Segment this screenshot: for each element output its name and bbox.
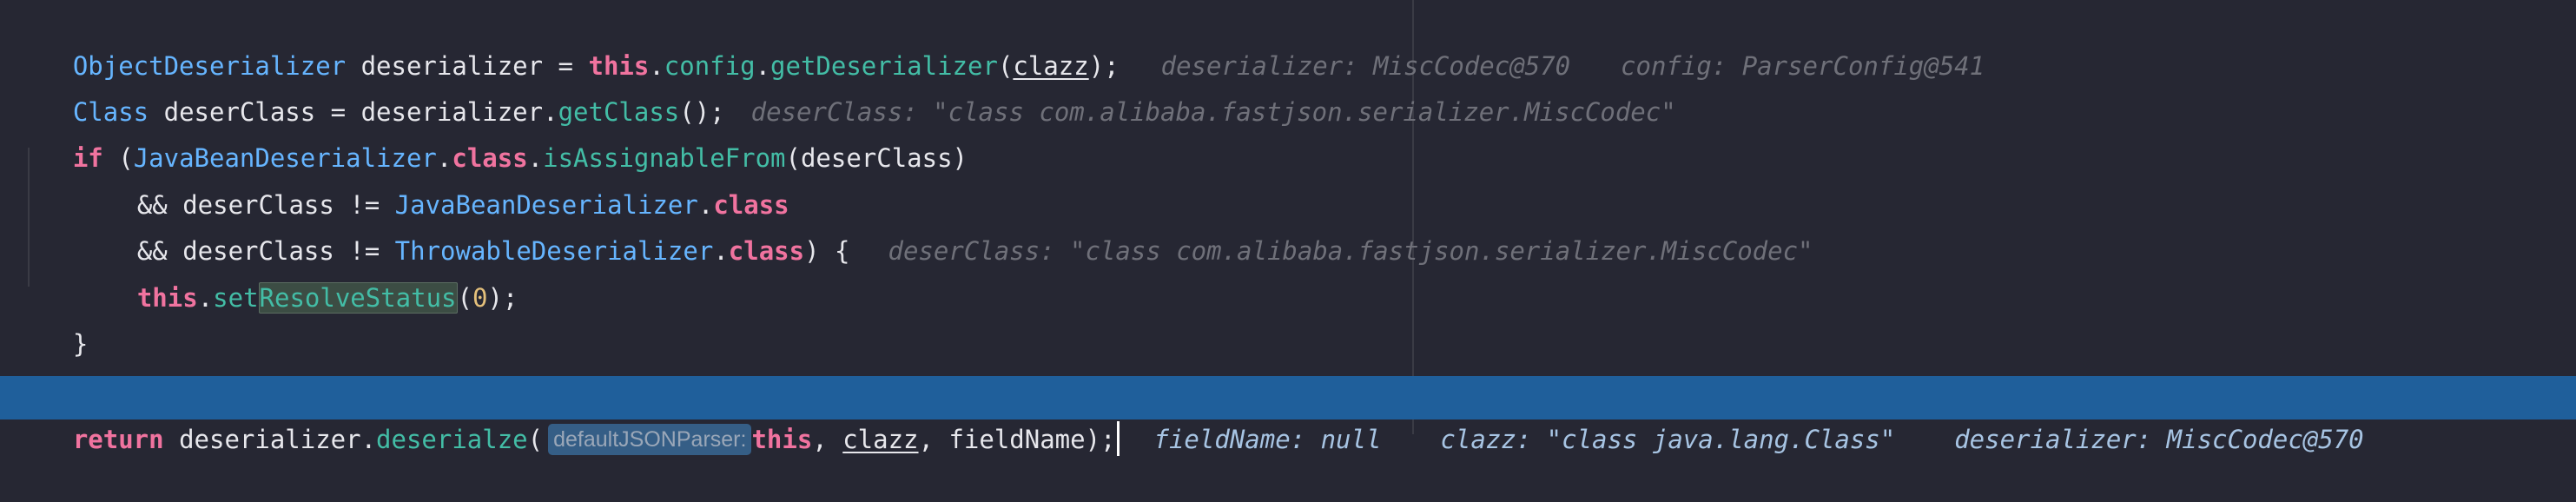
debug-inline-value: fieldName: null — [1153, 425, 1382, 454]
method-call-prefix: set — [213, 283, 259, 313]
paren-open: ( — [527, 425, 544, 454]
code-line-5[interactable]: && deserClass != ThrowableDeserializer.c… — [76, 188, 1813, 266]
code-line-3[interactable]: if (JavaBeanDeserializer.class.isAssigna… — [12, 96, 968, 173]
number-literal: 0 — [472, 283, 488, 313]
highlighted-usage[interactable]: ResolveStatus — [258, 282, 458, 314]
code-editor[interactable]: ObjectDeserializer deserializer = this.c… — [0, 0, 2576, 456]
code-line-6[interactable]: this.setResolveStatus(0); — [76, 235, 518, 314]
paren-close: ); — [487, 283, 519, 313]
code-line-1[interactable]: ObjectDeserializer deserializer = this.c… — [12, 3, 1985, 81]
parameter-name-hint: defaultJSONParser: — [548, 424, 752, 455]
code-line-2[interactable]: Class deserClass = deserializer.getClass… — [12, 50, 1676, 127]
keyword: return — [72, 425, 164, 454]
paren-open: ( — [457, 283, 472, 313]
debug-inline-value: deserClass: "class com.alibaba.fastjson.… — [888, 236, 1813, 266]
keyword: class — [728, 236, 805, 266]
variable-access: deserializer. — [163, 425, 377, 454]
code-line-current-execution[interactable]: return deserializer.deserialze(defaultJS… — [12, 377, 2364, 456]
comma: , — [812, 425, 843, 454]
argument: (deserClass) — [785, 143, 968, 173]
argument: clazz — [842, 425, 919, 454]
code-line-7[interactable]: } — [12, 281, 88, 359]
closing-brace: } — [72, 329, 89, 359]
text-caret — [1116, 421, 1120, 456]
debug-inline-value: deserializer: MiscCodec@570 — [1954, 425, 2364, 454]
paren-close: ) { — [804, 236, 850, 266]
argument-list-end: , fieldName); — [918, 425, 1116, 454]
method-call: deserialze — [376, 425, 528, 454]
dot: . — [197, 283, 214, 313]
dot: . — [713, 236, 729, 266]
keyword: this — [136, 283, 198, 313]
keyword: this — [751, 425, 813, 454]
debug-inline-value: clazz: "class java.lang.Class" — [1440, 425, 1896, 454]
code-line-4[interactable]: && deserClass != JavaBeanDeserializer.cl… — [76, 142, 789, 220]
